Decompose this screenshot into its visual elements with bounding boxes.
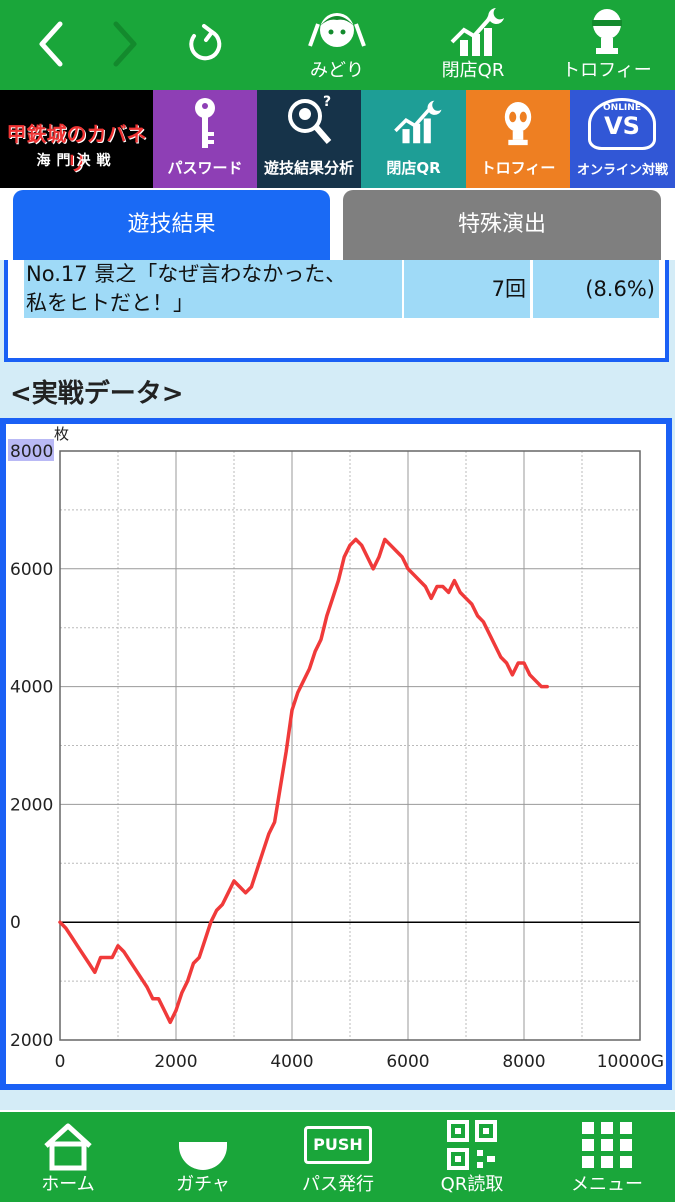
x-tick-label: 8000 xyxy=(502,1052,545,1072)
result-count: 7回 xyxy=(404,260,530,318)
tab-special-effects[interactable]: 特殊演出 xyxy=(343,190,661,260)
y-tick-label: 8000 xyxy=(10,442,53,462)
category-analysis-label: 遊技結果分析 xyxy=(263,159,354,177)
nav-home[interactable]: ホーム xyxy=(8,1120,128,1200)
chart-panel: 8000 6000 4000 2000 0 2000 枚 0 2000 4000 6000 8000 1… xyxy=(0,418,672,1090)
home-icon xyxy=(44,1123,92,1171)
nav-midori-label: みどり xyxy=(310,60,364,81)
category-trophy[interactable]: トロフィー xyxy=(466,90,570,188)
chart-moon-icon xyxy=(450,8,504,56)
tab-bar: 遊技結果 特殊演出 xyxy=(0,188,675,260)
nav-pass-issue-label: パス発行 xyxy=(302,1174,374,1195)
tab-play-results[interactable]: 遊技結果 xyxy=(13,190,330,260)
push-icon: PUSH xyxy=(304,1126,372,1164)
nav-menu[interactable]: メニュー xyxy=(547,1120,667,1200)
reload-icon[interactable] xyxy=(182,22,222,74)
result-percent: (8.6%) xyxy=(533,260,659,318)
bottom-navigation-bar: ホーム ガチャ PUSH パス発行 QR読取 メニュー xyxy=(0,1110,675,1202)
x-tick-label: 2000 xyxy=(154,1052,197,1072)
nav-closing-qr[interactable]: 閉店QR xyxy=(418,6,528,86)
gacha-capsule-icon xyxy=(179,1120,227,1170)
nav-trophy-label: トロフィー xyxy=(562,60,652,81)
x-tick-label: 6000 xyxy=(386,1052,429,1072)
nav-midori[interactable]: みどり xyxy=(282,6,392,86)
nav-gacha[interactable]: ガチャ xyxy=(143,1120,263,1200)
nav-trophy[interactable]: トロフィー xyxy=(552,6,662,86)
line-chart: 800060004000200002000枚0 2000 4000 6000 8000 1… xyxy=(8,425,664,1072)
category-closing-qr[interactable]: 閉店QR xyxy=(361,90,466,188)
trophy-alien-icon xyxy=(504,102,532,146)
key-icon xyxy=(195,98,215,148)
nav-qr-read[interactable]: QR読取 xyxy=(412,1120,532,1200)
y-tick-label: 2000 xyxy=(10,1031,53,1051)
nav-pass-issue[interactable]: PUSH パス発行 xyxy=(278,1120,398,1200)
series-line xyxy=(58,537,549,1025)
result-name-cell: No.17 景之「なぜ言わなかった、 私をヒトだと！」 xyxy=(24,260,402,318)
analysis-icon: ? xyxy=(288,94,332,144)
nav-qr-read-label: QR読取 xyxy=(440,1174,504,1195)
nav-gacha-label: ガチャ xyxy=(176,1174,230,1195)
result-name-line1: No.17 景之「なぜ言わなかった、 xyxy=(26,262,347,286)
vs-icon: ONLINE VS xyxy=(588,98,656,150)
top-navigation-bar: みどり 閉店QR トロフィー xyxy=(0,0,675,90)
x-tick-label: 0 xyxy=(55,1052,66,1072)
svg-text:?: ? xyxy=(323,94,331,110)
nav-closing-qr-label: 閉店QR xyxy=(441,60,505,81)
game-logo-subtitle: 海門決戦 xyxy=(36,153,117,169)
result-name-line2: 私をヒトだと！」 xyxy=(26,291,194,315)
nav-home-label: ホーム xyxy=(41,1174,95,1195)
nav-menu-label: メニュー xyxy=(571,1174,643,1195)
x-tick-label: 4000 xyxy=(270,1052,313,1072)
back-arrow-icon[interactable] xyxy=(32,18,72,70)
y-axis-label: 枚 xyxy=(54,425,69,443)
y-tick-label: 0 xyxy=(10,913,21,933)
midori-character-icon xyxy=(308,13,366,47)
x-tick-label: 10000G xyxy=(597,1052,664,1072)
y-tick-label: 4000 xyxy=(10,678,53,698)
y-tick-label: 6000 xyxy=(10,560,53,580)
category-online-battle[interactable]: ONLINE VS オンライン対戦 xyxy=(570,90,675,188)
trophy-alien-icon xyxy=(592,9,622,54)
qr-code-icon xyxy=(447,1120,497,1170)
category-password[interactable]: パスワード xyxy=(153,90,257,188)
category-analysis[interactable]: ? 遊技結果分析 xyxy=(257,90,361,188)
category-password-label: パスワード xyxy=(167,159,243,177)
category-trophy-label: トロフィー xyxy=(480,159,556,177)
vs-badge-main: VS xyxy=(604,112,640,140)
section-title: <実戦データ> xyxy=(10,379,184,409)
game-logo[interactable]: 甲鉄城のカバネリ 海門決戦 xyxy=(0,90,153,188)
result-panel: No.17 景之「なぜ言わなかった、 私をヒトだと！」 7回 (8.6%) xyxy=(4,260,669,362)
y-tick-label: 2000 xyxy=(10,795,53,815)
category-closing-qr-label: 閉店QR xyxy=(386,159,441,177)
category-bar: 甲鉄城のカバネリ 海門決戦 パスワード ? 遊技結果分析 閉店QR トロフィー … xyxy=(0,90,675,188)
menu-grid-icon xyxy=(582,1122,632,1168)
chart-moon-icon xyxy=(394,100,442,144)
forward-arrow-icon[interactable] xyxy=(104,18,144,70)
category-online-battle-label: オンライン対戦 xyxy=(576,163,668,178)
